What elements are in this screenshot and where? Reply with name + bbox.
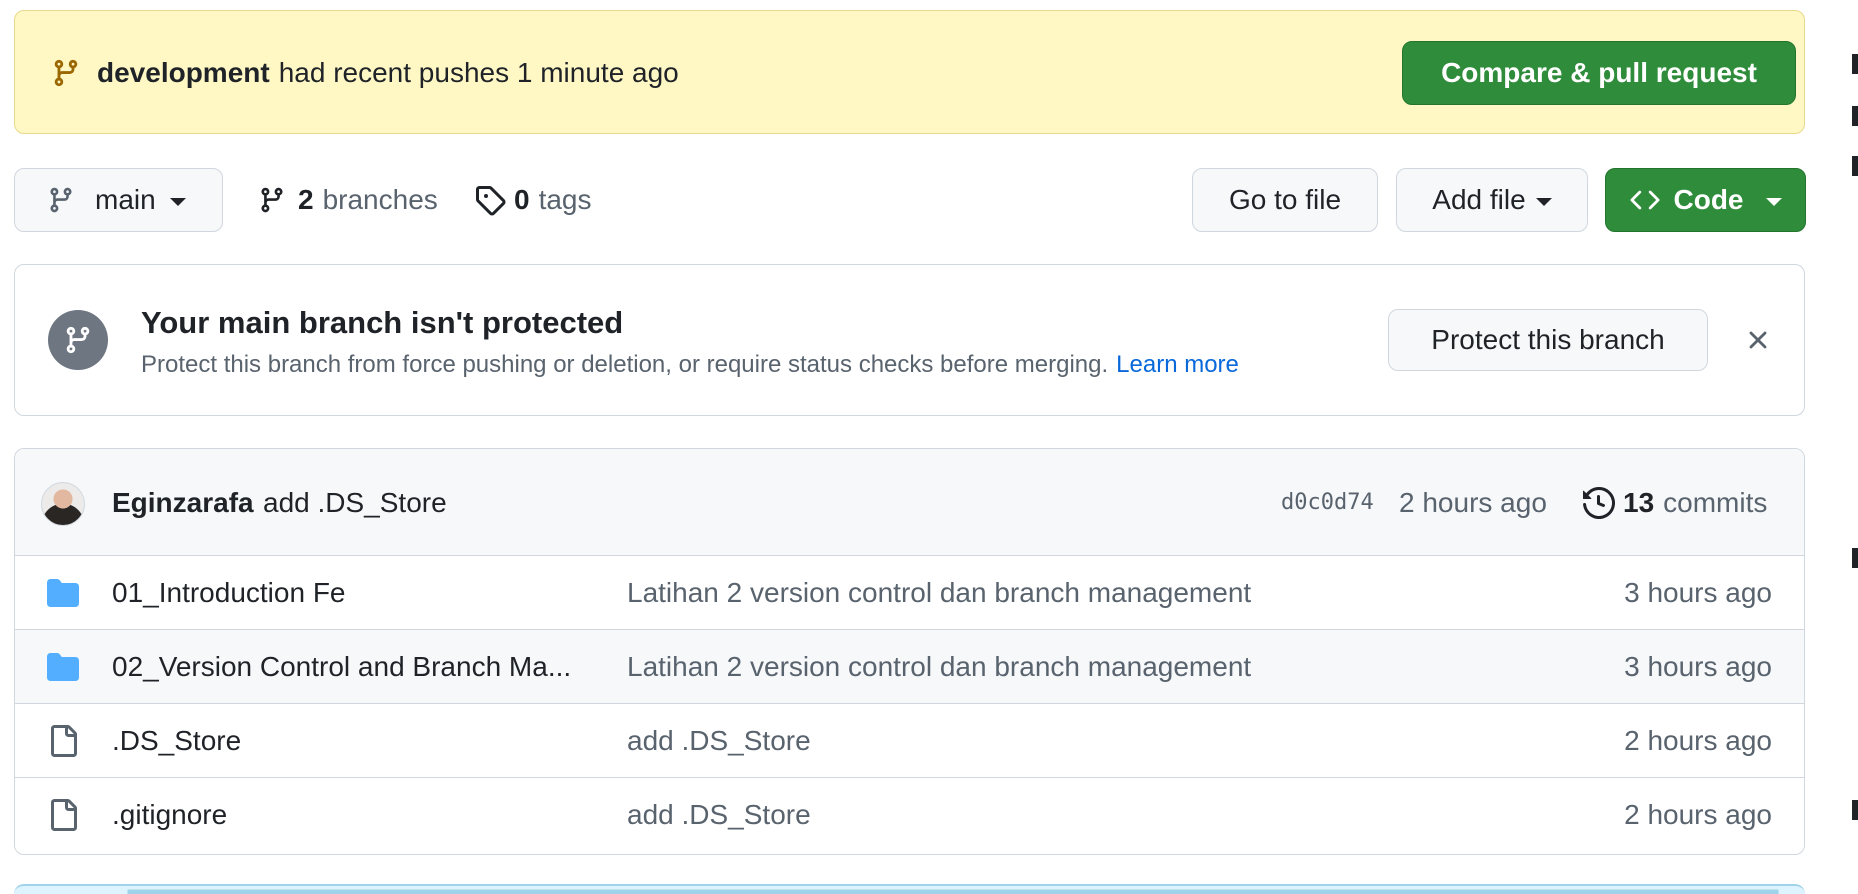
push-message-text: had recent pushes 1 minute ago [278,57,679,88]
file-browser: Eginzarafa add .DS_Store d0c0d74 2 hours… [14,448,1805,855]
branch-protection-notice: Your main branch isn't protected Protect… [14,264,1805,416]
latest-commit-bar: Eginzarafa add .DS_Store d0c0d74 2 hours… [15,449,1804,556]
file-age: 3 hours ago [1624,577,1772,608]
file-icon [47,799,79,831]
current-branch-label: main [95,184,156,215]
tag-icon [474,184,506,216]
file-commit-message[interactable]: add .DS_Store [627,704,811,778]
code-label: Code [1673,184,1744,215]
file-age: 2 hours ago [1624,799,1772,830]
chevron-down-icon [169,198,186,206]
history-icon [1583,486,1615,519]
branches-label: branches [322,184,438,215]
sidebar-clipped-text [1852,156,1858,176]
table-row[interactable]: 01_Introduction Fe Latihan 2 version con… [15,556,1804,630]
file-age: 3 hours ago [1624,651,1772,682]
table-row[interactable]: .DS_Store add .DS_Store 2 hours ago [15,704,1804,778]
git-branch-icon [258,186,286,214]
sidebar-clipped-text [1852,54,1858,74]
git-branch-icon [47,186,75,214]
branches-link[interactable]: 2 branches [258,168,438,232]
commit-author[interactable]: Eginzarafa [112,449,254,556]
commit-sha[interactable]: d0c0d74 [1281,449,1374,556]
recent-push-banner: development had recent pushes 1 minute a… [14,10,1805,134]
next-panel-edge [14,884,1805,894]
branches-count: 2 [298,184,314,215]
tags-label: tags [538,184,592,215]
folder-icon [47,651,79,683]
tags-link[interactable]: 0 tags [474,168,592,232]
file-icon [47,725,79,757]
file-commit-message[interactable]: Latihan 2 version control dan branch man… [627,630,1251,704]
table-row[interactable]: 02_Version Control and Branch Ma... Lati… [15,630,1804,704]
add-file-label: Add file [1432,184,1526,215]
commit-count: 13 [1623,486,1655,518]
file-commit-message[interactable]: add .DS_Store [627,778,811,852]
protection-title: Your main branch isn't protected [141,305,624,340]
add-file-button[interactable]: Add file [1396,168,1588,232]
code-button[interactable]: Code [1605,168,1806,232]
protection-description: Protect this branch from force pushing o… [141,351,1239,379]
file-commit-message[interactable]: Latihan 2 version control dan branch man… [627,556,1251,630]
commit-message[interactable]: add .DS_Store [263,449,447,556]
file-name[interactable]: 02_Version Control and Branch Ma... [112,630,571,704]
sidebar-clipped-text [1852,548,1858,568]
pushed-branch-name[interactable]: development [97,57,270,89]
folder-icon [47,577,79,609]
go-to-file-button[interactable]: Go to file [1192,168,1378,232]
git-branch-icon [51,58,81,88]
branch-select-button[interactable]: main [14,168,223,232]
table-row[interactable]: .gitignore add .DS_Store 2 hours ago [15,778,1804,851]
protect-branch-button[interactable]: Protect this branch [1388,309,1708,371]
file-name[interactable]: 01_Introduction Fe [112,556,346,630]
git-branch-icon [48,310,108,370]
file-age: 2 hours ago [1624,725,1772,756]
avatar[interactable] [41,482,85,526]
file-name[interactable]: .gitignore [112,778,227,852]
commits-link[interactable]: 13 commits [1583,449,1767,556]
code-icon [1629,185,1660,215]
tags-count: 0 [514,184,530,215]
sidebar-clipped-text [1852,800,1858,820]
chevron-down-icon [1765,198,1782,206]
learn-more-link[interactable]: Learn more [1116,351,1239,378]
close-icon[interactable] [1743,325,1773,355]
sidebar-clipped-text [1852,106,1858,126]
file-name[interactable]: .DS_Store [112,704,241,778]
commit-time: 2 hours ago [1399,486,1547,518]
commit-count-label: commits [1663,486,1768,518]
chevron-down-icon [1535,198,1552,206]
push-message: development had recent pushes 1 minute a… [97,11,679,135]
protection-description-text: Protect this branch from force pushing o… [141,351,1109,378]
compare-pull-request-button[interactable]: Compare & pull request [1402,41,1796,105]
